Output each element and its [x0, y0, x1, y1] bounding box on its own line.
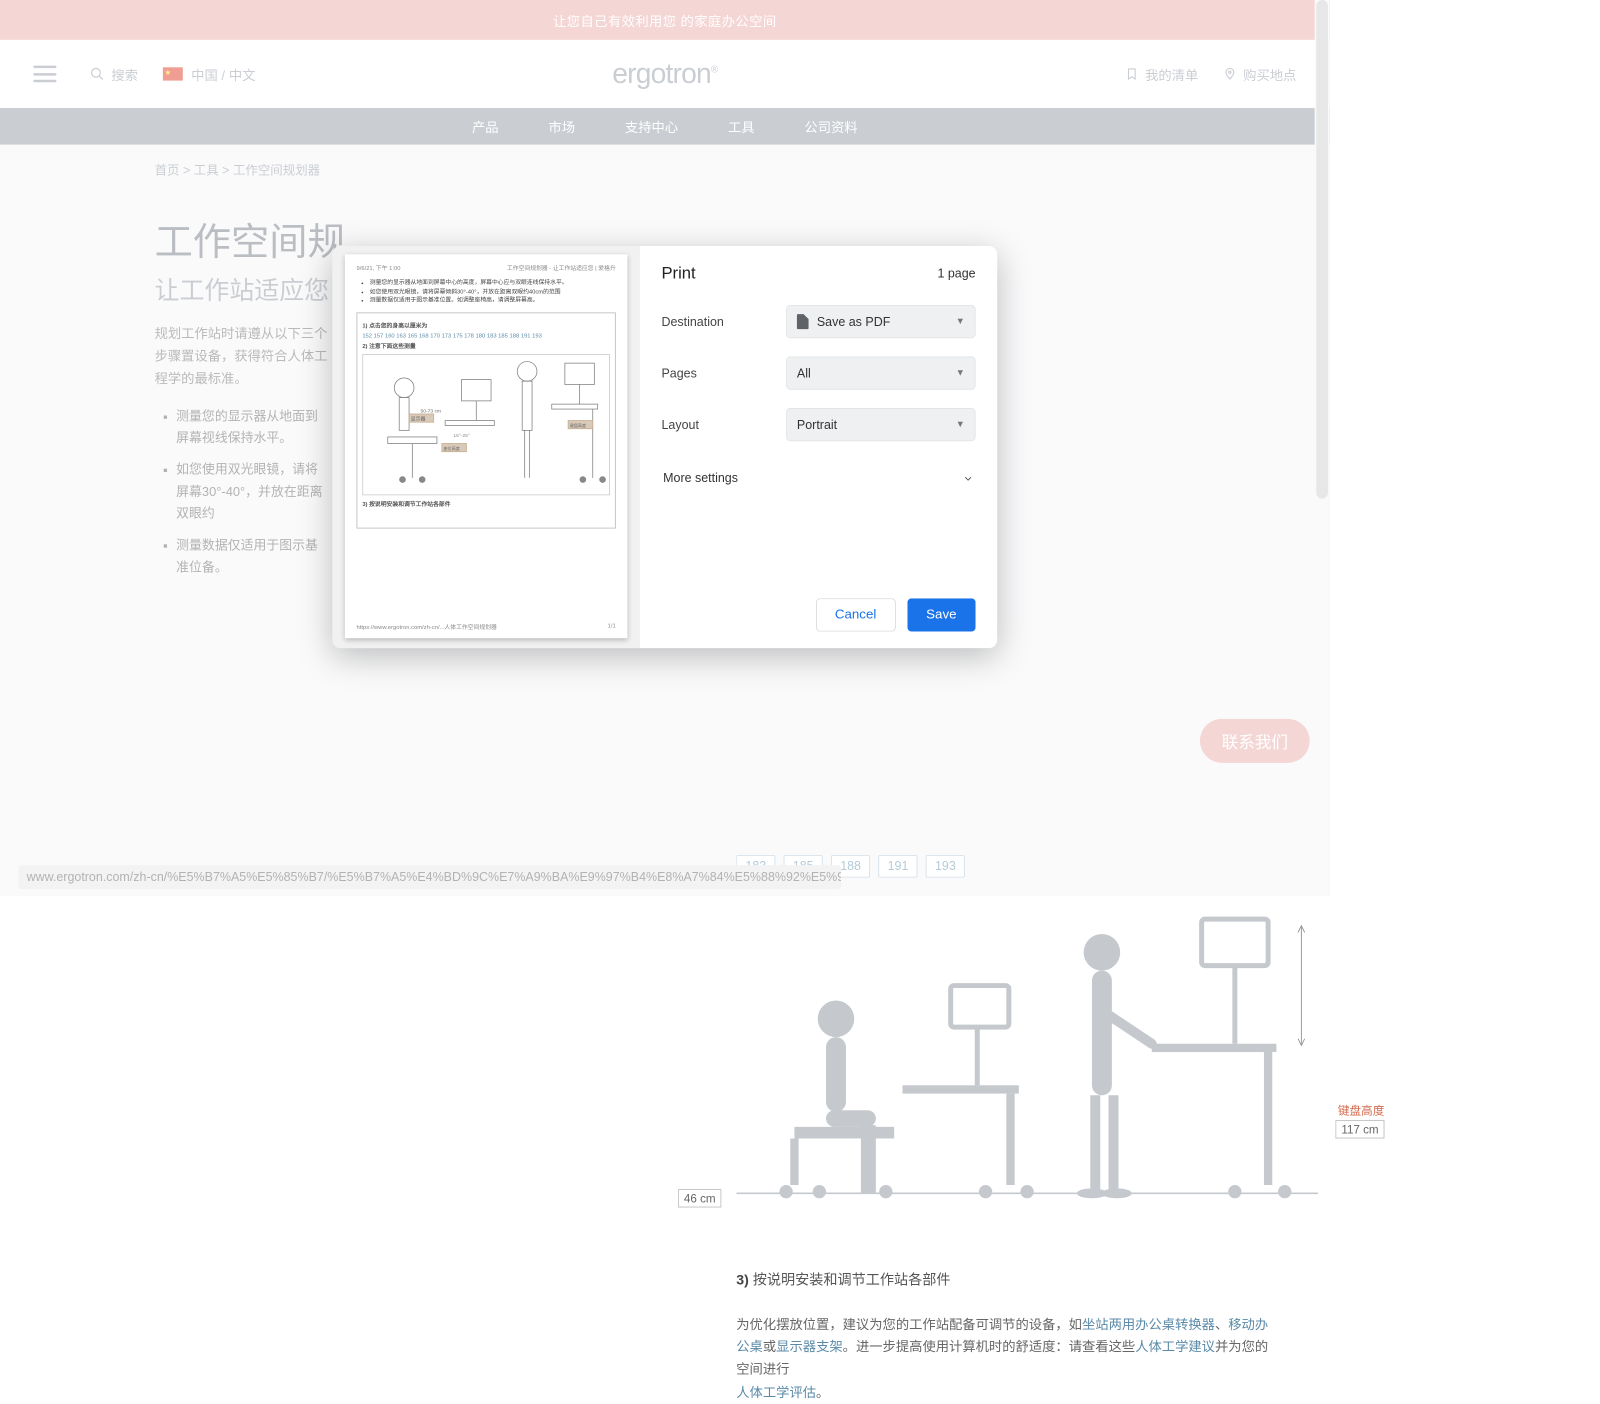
svg-text:15°-25°: 15°-25°: [453, 433, 470, 439]
figure-illustration: [736, 886, 1318, 1218]
svg-text:座位高度: 座位高度: [443, 445, 459, 451]
preview-page: 9/6/21, 下午 1:00工作空间规划器 - 让工作站适应您 | 爱格升 测…: [345, 254, 628, 638]
keyboard-height-value: 117 cm: [1336, 1120, 1385, 1138]
layout-label: Layout: [661, 418, 786, 432]
link-monitor-arm[interactable]: 显示器支架: [776, 1341, 842, 1355]
print-dialog: 9/6/21, 下午 1:00工作空间规划器 - 让工作站适应您 | 爱格升 测…: [332, 246, 997, 648]
link-ergo-assessment[interactable]: 人体工学评估: [736, 1386, 816, 1400]
chevron-down-icon: ▼: [956, 368, 965, 378]
keyboard-height-label: 键盘高度: [1338, 1102, 1385, 1119]
svg-text:50-73 cm: 50-73 cm: [421, 408, 441, 414]
planner-panel: 183 185 188 191 193 键盘高度 117 cm 46 cm: [736, 855, 1318, 1404]
destination-value: Save as PDF: [817, 315, 890, 329]
layout-select[interactable]: Portrait ▼: [786, 408, 975, 441]
svg-text:显示器: 显示器: [411, 416, 426, 422]
ergonomic-diagram: 键盘高度 117 cm 46 cm: [736, 886, 1318, 1252]
pdf-file-icon: [797, 314, 809, 329]
link-converter[interactable]: 坐站两用办公桌转换器: [1082, 1318, 1215, 1332]
chevron-down-icon: ▼: [956, 420, 965, 430]
print-preview-pane: 9/6/21, 下午 1:00工作空间规划器 - 让工作站适应您 | 爱格升 测…: [332, 246, 639, 648]
link-ergo-advice[interactable]: 人体工学建议: [1135, 1341, 1215, 1355]
chair-height-value: 46 cm: [678, 1189, 721, 1207]
chevron-down-icon: [962, 472, 974, 484]
step-3: 3) 按说明安装和调节工作站各部件: [736, 1268, 1318, 1289]
recommendation-text: 为优化摆放位置，建议为您的工作站配备可调节的设备，如坐站两用办公桌转换器、移动办…: [736, 1314, 1276, 1404]
print-dialog-title: Print: [661, 264, 695, 283]
more-settings-toggle[interactable]: More settings: [661, 468, 975, 489]
chevron-down-icon: ▼: [956, 317, 965, 327]
more-settings-label: More settings: [663, 471, 738, 485]
print-options-panel: Print 1 page Destination Save as PDF ▼ P…: [640, 246, 997, 648]
layout-value: Portrait: [797, 418, 837, 432]
pages-value: All: [797, 366, 811, 380]
save-button[interactable]: Save: [907, 598, 976, 631]
svg-text:键盘高度: 键盘高度: [570, 422, 586, 428]
pages-label: Pages: [661, 366, 786, 380]
destination-label: Destination: [661, 315, 786, 329]
pages-select[interactable]: All ▼: [786, 356, 975, 389]
cancel-button[interactable]: Cancel: [816, 598, 896, 631]
destination-select[interactable]: Save as PDF ▼: [786, 305, 975, 338]
print-page-count: 1 page: [937, 267, 975, 281]
